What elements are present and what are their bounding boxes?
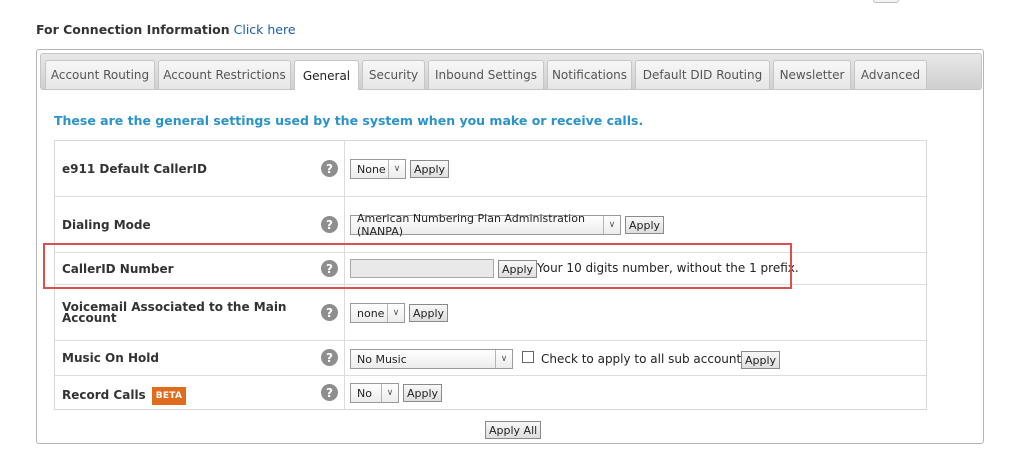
tab-general[interactable]: General: [294, 60, 359, 90]
label-cell: Record Calls BETA ?: [55, 376, 345, 409]
row-voicemail-main-account: Voicemail Associated to the Main Account…: [55, 285, 926, 341]
chevron-down-icon: ∨: [603, 216, 620, 234]
callerid-number-label: CallerID Number: [62, 262, 174, 276]
chevron-down-icon: ∨: [388, 160, 405, 178]
tab-advanced[interactable]: Advanced: [854, 60, 927, 89]
help-icon[interactable]: ?: [321, 216, 338, 233]
label-cell: Music On Hold ?: [55, 341, 345, 375]
chevron-down-icon: ∨: [381, 384, 398, 402]
help-icon[interactable]: ?: [321, 304, 338, 321]
help-icon[interactable]: ?: [321, 349, 338, 366]
tab-notifications[interactable]: Notifications: [547, 60, 632, 89]
label-cell: Dialing Mode ?: [55, 197, 345, 252]
chevron-down-icon: ∨: [495, 350, 512, 368]
label-cell: Voicemail Associated to the Main Account…: [55, 285, 345, 340]
beta-badge: BETA: [151, 387, 187, 405]
connection-info-label: For Connection Information: [36, 22, 230, 37]
select-value: American Numbering Plan Administration (…: [357, 212, 585, 238]
chevron-down-icon: ∨: [387, 304, 404, 322]
help-icon[interactable]: ?: [321, 384, 338, 401]
settings-table: e911 Default CallerID ? None ∨ Apply Dia…: [54, 140, 927, 410]
row-dialing-mode: Dialing Mode ? American Numbering Plan A…: [55, 197, 926, 253]
select-value: None: [357, 162, 386, 176]
dialing-mode-label: Dialing Mode: [62, 218, 151, 232]
intro-text: These are the general settings used by t…: [54, 113, 644, 128]
record-calls-select[interactable]: No ∨: [350, 383, 399, 403]
record-calls-label-group: Record Calls BETA: [62, 387, 187, 405]
help-icon[interactable]: ?: [321, 160, 338, 177]
voicemail-select[interactable]: none ∨: [350, 303, 405, 323]
voicemail-apply-button[interactable]: Apply: [409, 304, 449, 322]
dialing-mode-select[interactable]: American Numbering Plan Administration (…: [350, 212, 621, 238]
music-on-hold-label: Music On Hold: [62, 351, 159, 365]
label-cell: e911 Default CallerID ?: [55, 141, 345, 196]
music-on-hold-select[interactable]: No Music ∨: [350, 349, 513, 369]
apply-sub-accounts-checkbox[interactable]: [522, 351, 534, 363]
connection-info-link[interactable]: Click here: [234, 22, 296, 37]
row-music-on-hold: Music On Hold ? No Music ∨ Check to appl…: [55, 341, 926, 376]
tab-inbound-settings[interactable]: Inbound Settings: [428, 60, 544, 89]
apply-sub-accounts-label: Check to apply to all sub accounts: [541, 352, 748, 366]
tab-account-restrictions[interactable]: Account Restrictions: [158, 60, 291, 89]
tab-security[interactable]: Security: [362, 60, 425, 89]
callerid-number-input[interactable]: [350, 259, 494, 278]
row-e911-default-callerid: e911 Default CallerID ? None ∨ Apply: [55, 141, 926, 197]
top-scroll-button[interactable]: [873, 0, 899, 3]
tab-account-routing[interactable]: Account Routing: [45, 60, 155, 89]
row-callerid-number: CallerID Number ? Apply Your 10 digits n…: [55, 253, 926, 285]
callerid-apply-button[interactable]: Apply: [498, 260, 538, 278]
music-on-hold-apply-button[interactable]: Apply: [741, 351, 781, 369]
select-value: none: [357, 306, 385, 320]
e911-label: e911 Default CallerID: [62, 162, 207, 176]
e911-apply-button[interactable]: Apply: [410, 160, 450, 178]
tab-bar: Account Routing Account Restrictions Gen…: [40, 53, 982, 90]
help-icon[interactable]: ?: [321, 260, 338, 277]
select-value: No Music: [357, 352, 407, 366]
e911-callerid-select[interactable]: None ∨: [350, 159, 406, 179]
apply-all-button[interactable]: Apply All: [485, 421, 542, 439]
callerid-hint: Your 10 digits number, without the 1 pre…: [537, 261, 799, 275]
connection-info: For Connection Information Click here: [36, 22, 296, 37]
voicemail-label: Voicemail Associated to the Main Account: [62, 300, 287, 325]
record-calls-label: Record Calls: [62, 388, 146, 402]
tab-newsletter[interactable]: Newsletter: [773, 60, 851, 89]
dialing-mode-apply-button[interactable]: Apply: [625, 216, 665, 234]
tab-default-did-routing[interactable]: Default DID Routing: [635, 60, 770, 89]
label-cell: CallerID Number ?: [55, 253, 345, 284]
select-value: No: [357, 386, 372, 400]
row-record-calls: Record Calls BETA ? No ∨ Apply: [55, 376, 926, 409]
record-calls-apply-button[interactable]: Apply: [403, 384, 443, 402]
